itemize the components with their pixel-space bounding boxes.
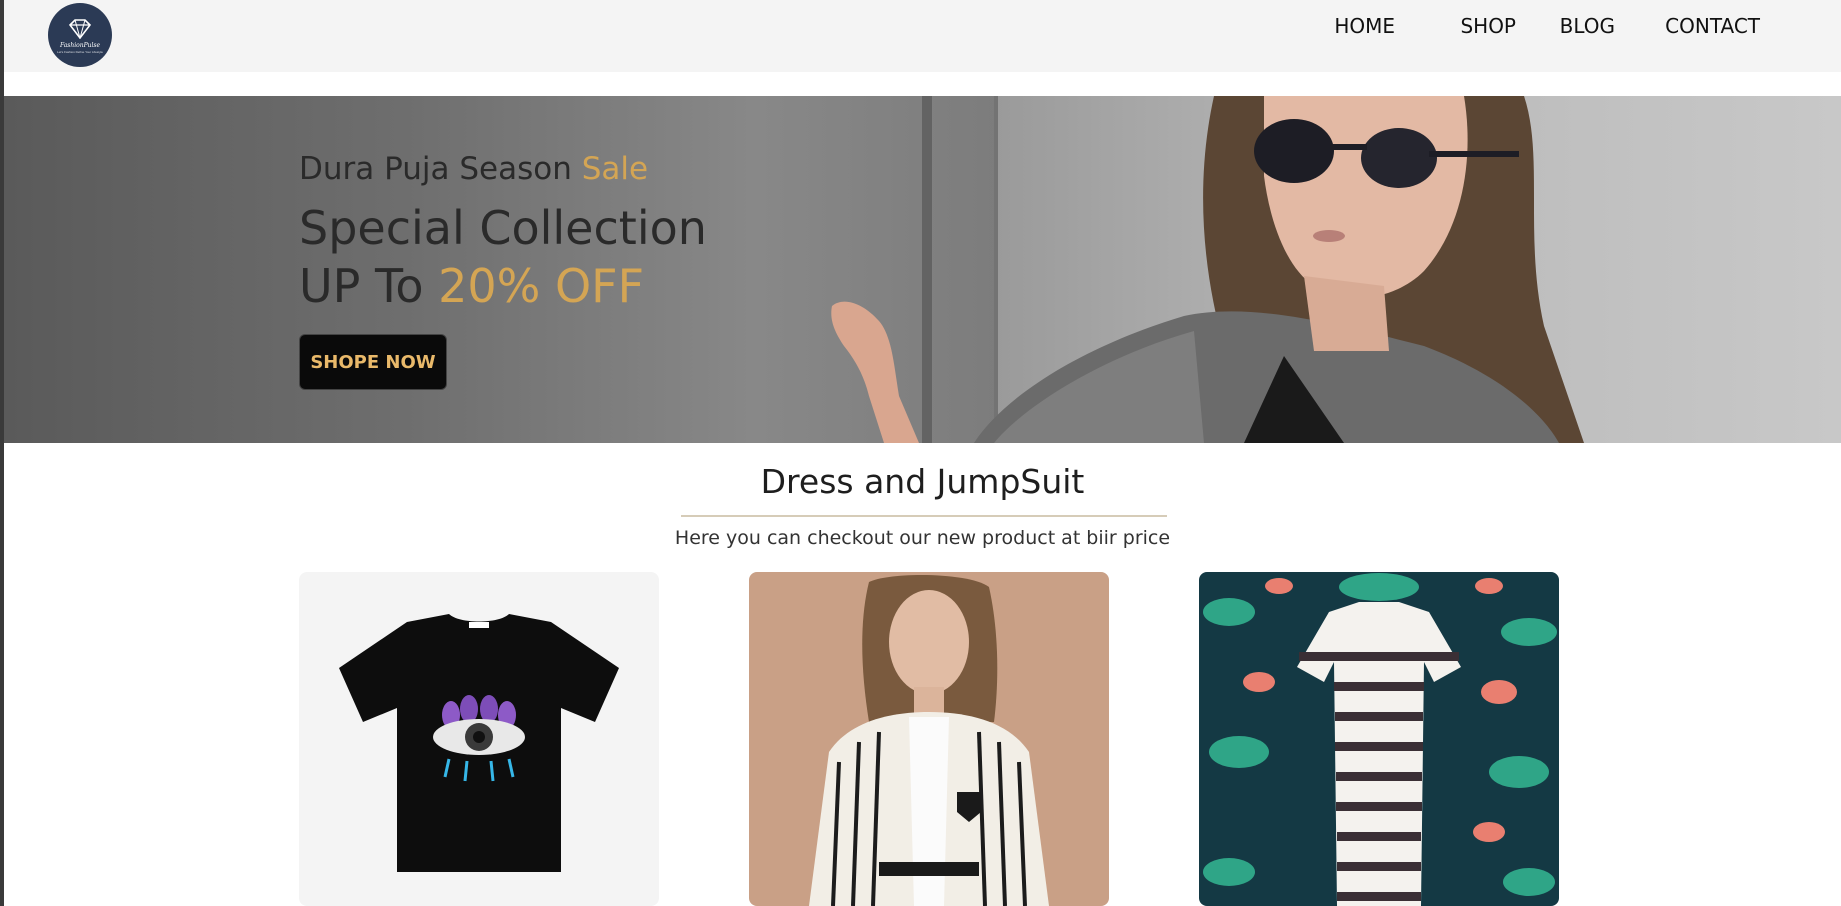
hero-collection-heading: Special Collection bbox=[299, 201, 707, 255]
brand-tagline: Let's Fashion Define Your Lifestyle bbox=[57, 49, 103, 54]
hero-sale-text: Sale bbox=[581, 151, 649, 187]
hero-discount-heading: UP To 20% OFF bbox=[299, 259, 707, 313]
product-card[interactable] bbox=[1199, 572, 1559, 906]
nav-shop[interactable]: SHOP bbox=[1460, 14, 1516, 38]
navbar: FashionPulse Let's Fashion Define Your L… bbox=[4, 0, 1841, 72]
striped-dress-floral-background-image bbox=[1203, 573, 1557, 906]
nav-home[interactable]: HOME bbox=[1334, 14, 1395, 38]
section-divider bbox=[681, 515, 1167, 517]
striped-blazer-model-image bbox=[809, 575, 1049, 906]
brand-name: FashionPulse bbox=[59, 41, 101, 49]
nav-contact[interactable]: CONTACT bbox=[1665, 14, 1760, 38]
product-card[interactable] bbox=[749, 572, 1109, 906]
section-title: Dress and JumpSuit bbox=[760, 462, 1085, 501]
shop-now-button[interactable]: SHOPE NOW bbox=[299, 334, 447, 390]
hero-upto-text: UP To bbox=[299, 259, 439, 313]
hero-text: Dura Puja Season Sale Special Collection… bbox=[299, 151, 707, 313]
product-card[interactable] bbox=[299, 572, 659, 906]
hero-banner: Dura Puja Season Sale Special Collection… bbox=[4, 96, 1841, 443]
hero-season-text: Dura Puja Season bbox=[299, 151, 582, 187]
hero-season-heading: Dura Puja Season Sale bbox=[299, 151, 707, 187]
hero-discount-text: 20% OFF bbox=[438, 259, 645, 313]
black-tshirt-eye-print-image bbox=[339, 614, 619, 872]
section-subtitle: Here you can checkout our new product at… bbox=[674, 527, 1171, 549]
hero-model-image bbox=[831, 96, 1584, 443]
brand-logo[interactable]: FashionPulse Let's Fashion Define Your L… bbox=[48, 3, 112, 67]
page: FashionPulse Let's Fashion Define Your L… bbox=[4, 0, 1841, 906]
diamond-icon bbox=[68, 18, 92, 39]
nav-blog[interactable]: BLOG bbox=[1560, 14, 1615, 38]
